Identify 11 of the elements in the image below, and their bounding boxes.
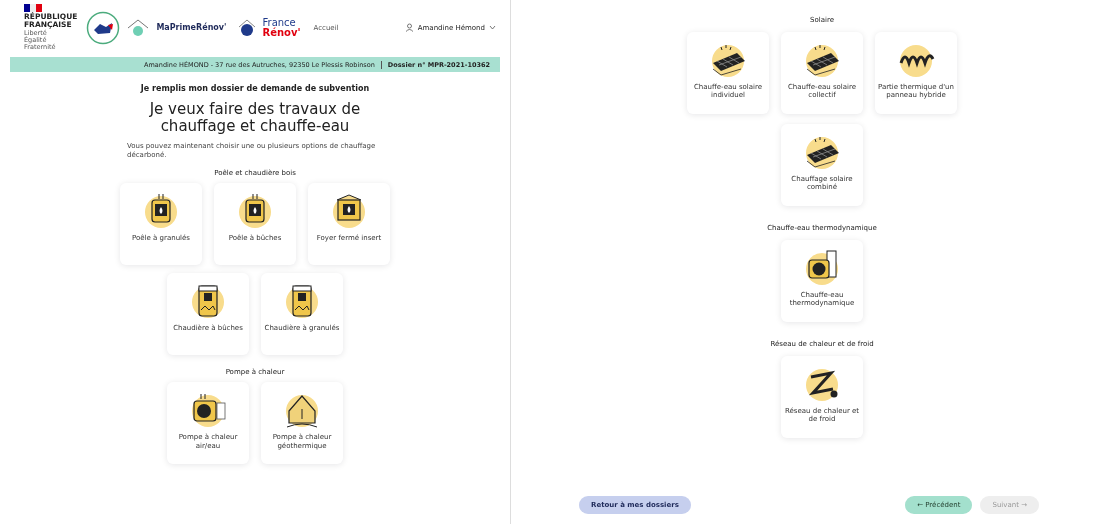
brand-name: MaPrimeRénov' <box>156 23 227 32</box>
chevron-down-icon[interactable] <box>489 25 496 30</box>
brand-name: France <box>262 17 296 28</box>
step-title: Je remplis mon dossier de demande de subvention <box>140 84 370 93</box>
user-icon <box>404 23 414 32</box>
page-title: Je veux faire des travaux de chauffage et chauffe-eau <box>148 101 362 136</box>
house-logo-icon <box>237 18 256 37</box>
brand-name: Rénov' <box>262 27 301 38</box>
round-logo-icon <box>86 10 121 45</box>
house-logo-icon <box>127 18 150 37</box>
flag-icon <box>24 4 42 13</box>
